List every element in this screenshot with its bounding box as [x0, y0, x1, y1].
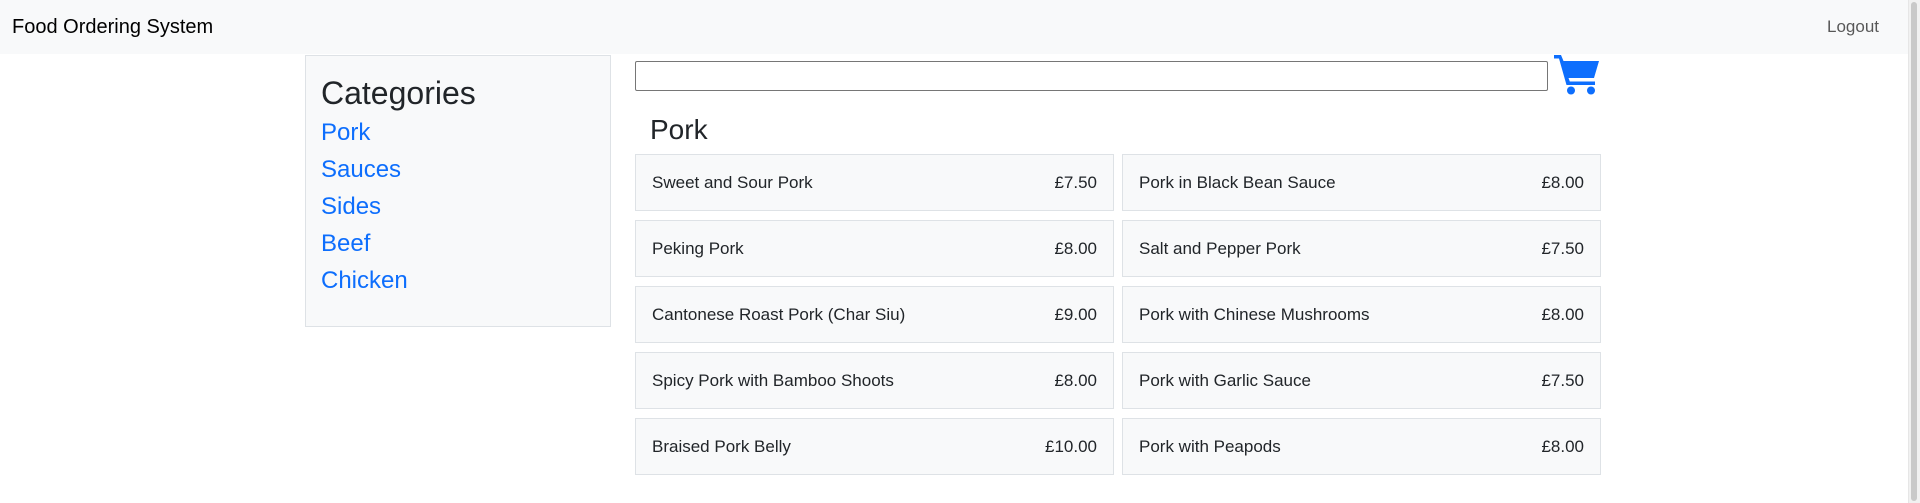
categories-heading: Categories — [321, 75, 476, 111]
category-link-sauces[interactable]: Sauces — [321, 155, 408, 192]
menu-item-price: £8.00 — [1541, 304, 1584, 324]
menu-item-price: £7.50 — [1541, 370, 1584, 390]
menu-item-grid: Sweet and Sour Pork £7.50 Pork in Black … — [635, 154, 1601, 475]
menu-item-name: Pork with Garlic Sauce — [1139, 370, 1311, 390]
shopping-cart-icon[interactable] — [1553, 51, 1601, 95]
menu-item[interactable]: Cantonese Roast Pork (Char Siu) £9.00 — [635, 286, 1114, 343]
menu-item-name: Pork with Peapods — [1139, 436, 1281, 456]
menu-item[interactable]: Pork with Chinese Mushrooms £8.00 — [1122, 286, 1601, 343]
menu-item-price: £9.00 — [1054, 304, 1097, 324]
menu-item-name: Pork with Chinese Mushrooms — [1139, 304, 1370, 324]
menu-item[interactable]: Peking Pork £8.00 — [635, 220, 1114, 277]
menu-item[interactable]: Pork in Black Bean Sauce £8.00 — [1122, 154, 1601, 211]
menu-item-name: Braised Pork Belly — [652, 436, 791, 456]
menu-item-name: Peking Pork — [652, 238, 744, 258]
menu-item[interactable]: Spicy Pork with Bamboo Shoots £8.00 — [635, 352, 1114, 409]
menu-item-name: Pork in Black Bean Sauce — [1139, 172, 1336, 192]
categories-sidebar: Categories Pork Sauces Sides Beef Chicke… — [305, 55, 611, 327]
category-link-sides[interactable]: Sides — [321, 192, 408, 229]
menu-item[interactable]: Braised Pork Belly £10.00 — [635, 418, 1114, 475]
menu-item[interactable]: Sweet and Sour Pork £7.50 — [635, 154, 1114, 211]
navbar: Food Ordering System Logout — [0, 0, 1908, 54]
navbar-brand[interactable]: Food Ordering System — [12, 15, 213, 39]
menu-item-price: £8.00 — [1054, 370, 1097, 390]
menu-item-price: £8.00 — [1541, 436, 1584, 456]
scrollbar-thumb[interactable] — [1911, 2, 1917, 501]
logout-link[interactable]: Logout — [1827, 17, 1879, 37]
menu-item-price: £7.50 — [1541, 238, 1584, 258]
menu-item-name: Spicy Pork with Bamboo Shoots — [652, 370, 894, 390]
category-link-pork[interactable]: Pork — [321, 118, 408, 155]
menu-item[interactable]: Pork with Garlic Sauce £7.50 — [1122, 352, 1601, 409]
search-input[interactable] — [635, 61, 1548, 91]
menu-item-price: £10.00 — [1045, 436, 1097, 456]
menu-item-name: Sweet and Sour Pork — [652, 172, 813, 192]
vertical-scrollbar[interactable] — [1908, 0, 1920, 503]
menu-item-price: £7.50 — [1054, 172, 1097, 192]
category-link-beef[interactable]: Beef — [321, 229, 408, 266]
category-list: Pork Sauces Sides Beef Chicken — [321, 118, 408, 303]
menu-item-name: Cantonese Roast Pork (Char Siu) — [652, 304, 906, 324]
category-link-chicken[interactable]: Chicken — [321, 266, 408, 303]
menu-item-price: £8.00 — [1054, 238, 1097, 258]
menu-item-name: Salt and Pepper Pork — [1139, 238, 1301, 258]
menu-item[interactable]: Pork with Peapods £8.00 — [1122, 418, 1601, 475]
menu-item-price: £8.00 — [1541, 172, 1584, 192]
menu-item[interactable]: Salt and Pepper Pork £7.50 — [1122, 220, 1601, 277]
section-title: Pork — [650, 114, 708, 145]
